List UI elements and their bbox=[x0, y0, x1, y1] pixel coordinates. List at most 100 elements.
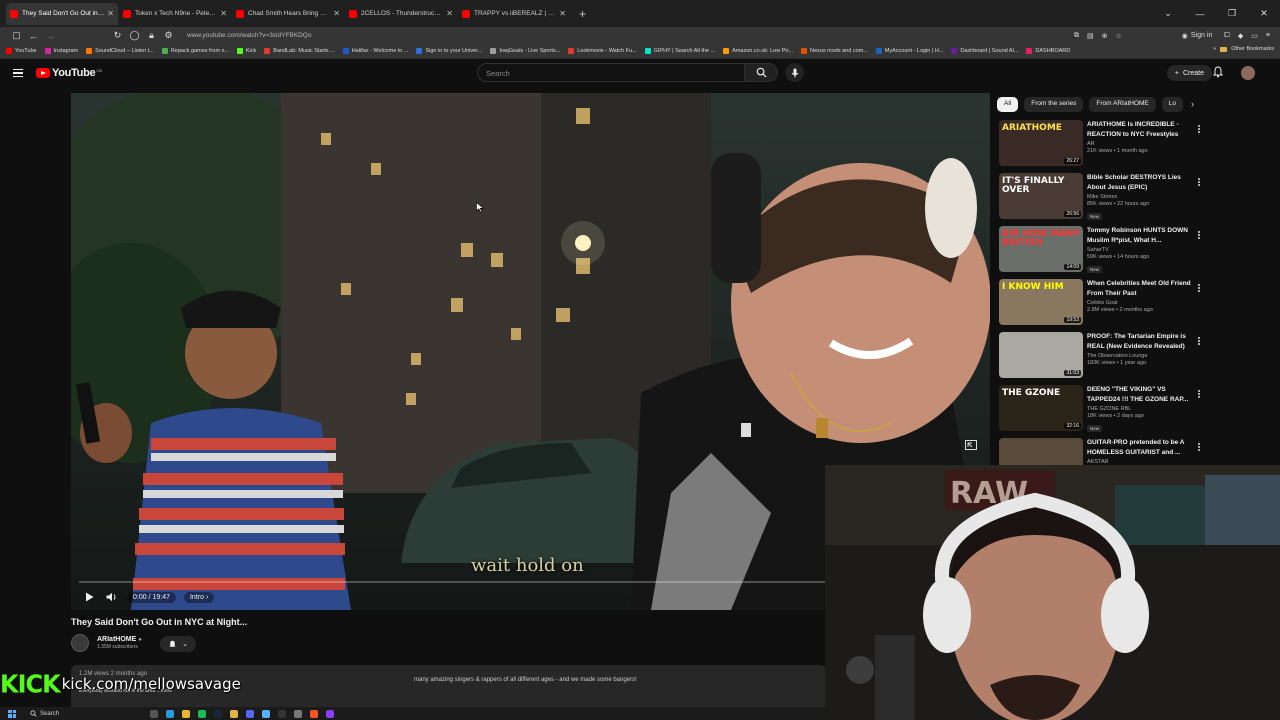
tab-actions-icon[interactable]: ▢ bbox=[8, 30, 25, 41]
youtube-logo[interactable]: YouTube GB bbox=[36, 67, 102, 79]
brave-shield-icon[interactable]: ◆ bbox=[1238, 32, 1243, 40]
bookmark-item[interactable]: Nexus mods and com... bbox=[801, 48, 868, 54]
filter-chip[interactable]: Lo bbox=[1161, 96, 1183, 112]
menu-icon[interactable] bbox=[13, 67, 23, 80]
recommended-video[interactable]: IT'S FINALLY OVER 26:56 Bible Scholar DEST… bbox=[999, 173, 1209, 225]
install-app-icon[interactable]: ⧉ bbox=[1074, 32, 1079, 40]
filter-chip[interactable]: From ARIatHOME bbox=[1089, 96, 1156, 112]
video-thumbnail[interactable]: IT'S FINALLY OVER 26:56 bbox=[999, 173, 1083, 219]
video-title[interactable]: PROOF: The Tartarian Empire is REAL (New… bbox=[1087, 332, 1197, 351]
more-options-icon[interactable] bbox=[1198, 124, 1201, 134]
more-options-icon[interactable] bbox=[1198, 336, 1201, 346]
bookmark-item[interactable]: Kick bbox=[236, 48, 256, 54]
lock-icon[interactable]: 🔒︎ bbox=[143, 30, 160, 41]
more-options-icon[interactable] bbox=[1198, 442, 1201, 452]
url-field[interactable]: www.youtube.com/watch?v=3xidYFBKDQo bbox=[187, 32, 1074, 39]
recommended-video[interactable]: BIR HOW MANY BRITISH 14:09 Tommy Robinson … bbox=[999, 226, 1209, 278]
edge-icon[interactable] bbox=[166, 709, 174, 718]
close-tab-icon[interactable]: ✕ bbox=[333, 9, 340, 18]
account-avatar[interactable] bbox=[1241, 66, 1255, 80]
video-thumbnail[interactable]: THE GZONE 32:16 bbox=[999, 385, 1083, 431]
browser-tab[interactable]: 2CELLOS - Thunderstruck [OFFI✕ bbox=[345, 3, 457, 25]
app-icon[interactable] bbox=[262, 709, 270, 718]
video-title[interactable]: When Celebrities Meet Old Friend From Th… bbox=[1087, 279, 1197, 298]
bookmark-item[interactable]: Repack games from x... bbox=[161, 48, 229, 54]
close-window-button[interactable]: ✕ bbox=[1248, 8, 1280, 19]
recommended-video[interactable]: ARIATHOME 26:27 ARIATHOME Is INCREDIBLE - … bbox=[999, 120, 1209, 172]
video-title[interactable]: GUITAR-PRO pretended to be A HOMELESS GU… bbox=[1087, 438, 1197, 457]
search-input[interactable]: Search bbox=[477, 63, 745, 82]
discord-icon[interactable] bbox=[246, 709, 254, 718]
browser-tab[interactable]: Token x Tech N9ne - Peter (Offi ✕ bbox=[119, 3, 231, 25]
bookmark-item[interactable]: Sign in to your Univer... bbox=[416, 48, 482, 54]
bookmark-item[interactable]: Halifax - Welcome to ... bbox=[342, 48, 408, 54]
more-options-icon[interactable] bbox=[1198, 283, 1201, 293]
filter-chip[interactable]: All bbox=[997, 96, 1019, 112]
channel-name[interactable]: Celebs Goat bbox=[1087, 300, 1197, 306]
task-view-icon[interactable] bbox=[150, 709, 158, 718]
video-title[interactable]: Bible Scholar DESTROYS Lies About Jesus … bbox=[1087, 173, 1197, 192]
bookmark-item[interactable]: DASHBOARD bbox=[1026, 48, 1070, 54]
recommended-video[interactable]: 31:03 PROOF: The Tartarian Empire is REAL… bbox=[999, 332, 1209, 384]
close-tab-icon[interactable]: ✕ bbox=[559, 9, 566, 18]
play-icon[interactable] bbox=[83, 592, 95, 602]
back-icon[interactable]: ← bbox=[25, 31, 42, 41]
reload-icon[interactable]: ↻ bbox=[109, 30, 126, 41]
bookmark-item[interactable]: MyAccount - Login | H... bbox=[875, 48, 943, 54]
recommended-video[interactable]: THE GZONE 32:16 DEENO "THE VIKING" VS TAPP… bbox=[999, 385, 1209, 437]
forward-icon[interactable]: → bbox=[42, 31, 59, 41]
bookmark-star-icon[interactable]: ☆ bbox=[1115, 32, 1121, 40]
shield-icon[interactable]: ◯ bbox=[126, 30, 143, 41]
app-icon[interactable] bbox=[326, 709, 334, 718]
video-title[interactable]: Tommy Robinson HUNTS DOWN Muslim R*pist,… bbox=[1087, 226, 1197, 245]
brave-icon[interactable] bbox=[310, 709, 318, 718]
miniplayer-icon[interactable] bbox=[965, 440, 977, 450]
other-bookmarks[interactable]: » Other Bookmarks bbox=[1213, 46, 1274, 52]
video-title[interactable]: DEENO "THE VIKING" VS TAPPED24 !!! THE G… bbox=[1087, 385, 1197, 404]
voice-search-button[interactable] bbox=[785, 63, 804, 82]
bookmark-item[interactable]: Lookmovie - Watch Fu... bbox=[568, 48, 637, 54]
channel-name[interactable]: THE GZONE RBL bbox=[1087, 406, 1197, 412]
video-title[interactable]: ARIATHOME Is INCREDIBLE - REACTION to NY… bbox=[1087, 120, 1197, 139]
obs-icon[interactable] bbox=[278, 709, 286, 718]
channel-name[interactable]: ARIatHOME ● bbox=[97, 636, 142, 643]
create-button[interactable]: + Create bbox=[1166, 65, 1212, 81]
channel-name[interactable]: Mike Stories bbox=[1087, 194, 1197, 200]
extensions-icon[interactable]: ⧠ bbox=[1224, 32, 1230, 40]
windows-start-icon[interactable] bbox=[8, 709, 16, 718]
zoom-icon[interactable]: ⊕ bbox=[1102, 32, 1108, 40]
search-button[interactable] bbox=[745, 63, 778, 82]
bookmark-item[interactable]: GIPHY | Search All the ... bbox=[644, 48, 715, 54]
bookmark-item[interactable]: SoundCloud – Listen t... bbox=[86, 48, 154, 54]
channel-name[interactable]: SaharTV bbox=[1087, 247, 1197, 253]
video-thumbnail[interactable]: I KNOW HIM 19:53 bbox=[999, 279, 1083, 325]
signin-button[interactable]: ◉ Sign in bbox=[1178, 31, 1217, 41]
bookmark-item[interactable]: Dashboard | Sound Al... bbox=[951, 48, 1018, 54]
channel-name[interactable]: The Observation Lounge bbox=[1087, 353, 1197, 359]
reading-mode-icon[interactable]: ▤ bbox=[1087, 32, 1094, 40]
browser-menu-icon[interactable]: ≡ bbox=[1266, 32, 1270, 39]
channel-avatar[interactable] bbox=[71, 634, 89, 652]
video-thumbnail[interactable]: BIR HOW MANY BRITISH 14:09 bbox=[999, 226, 1083, 272]
bookmark-item[interactable]: IraqGoals - Live Sports... bbox=[490, 48, 560, 54]
channel-name[interactable]: AR bbox=[1087, 141, 1197, 147]
bookmark-item[interactable]: YouTube bbox=[6, 48, 37, 54]
settings-icon[interactable] bbox=[294, 709, 302, 718]
close-tab-icon[interactable]: ✕ bbox=[107, 9, 114, 18]
browser-tab[interactable]: They Said Don't Go Out in NYC ✕ bbox=[6, 2, 118, 25]
notifications-icon[interactable] bbox=[1212, 66, 1224, 78]
subscription-bell-button[interactable]: ⌄ bbox=[160, 636, 196, 652]
more-options-icon[interactable] bbox=[1198, 230, 1201, 240]
video-thumbnail[interactable]: 31:03 bbox=[999, 332, 1083, 378]
bookmark-item[interactable]: Instagram bbox=[44, 48, 78, 54]
recommended-video[interactable]: I KNOW HIM 19:53 When Celebrities Meet Old… bbox=[999, 279, 1209, 331]
chapter-button[interactable]: Intro › bbox=[183, 591, 215, 603]
bookmark-item[interactable]: BandLab: Music Starts ... bbox=[264, 48, 335, 54]
volume-icon[interactable] bbox=[105, 592, 117, 602]
video-thumbnail[interactable]: ARIATHOME 26:27 bbox=[999, 120, 1083, 166]
minimize-button[interactable]: — bbox=[1184, 9, 1216, 19]
wallet-icon[interactable]: ▭ bbox=[1251, 32, 1258, 40]
taskbar-search[interactable]: Search bbox=[30, 710, 120, 717]
more-options-icon[interactable] bbox=[1198, 177, 1201, 187]
site-settings-icon[interactable]: ⚙︎ bbox=[160, 30, 177, 41]
